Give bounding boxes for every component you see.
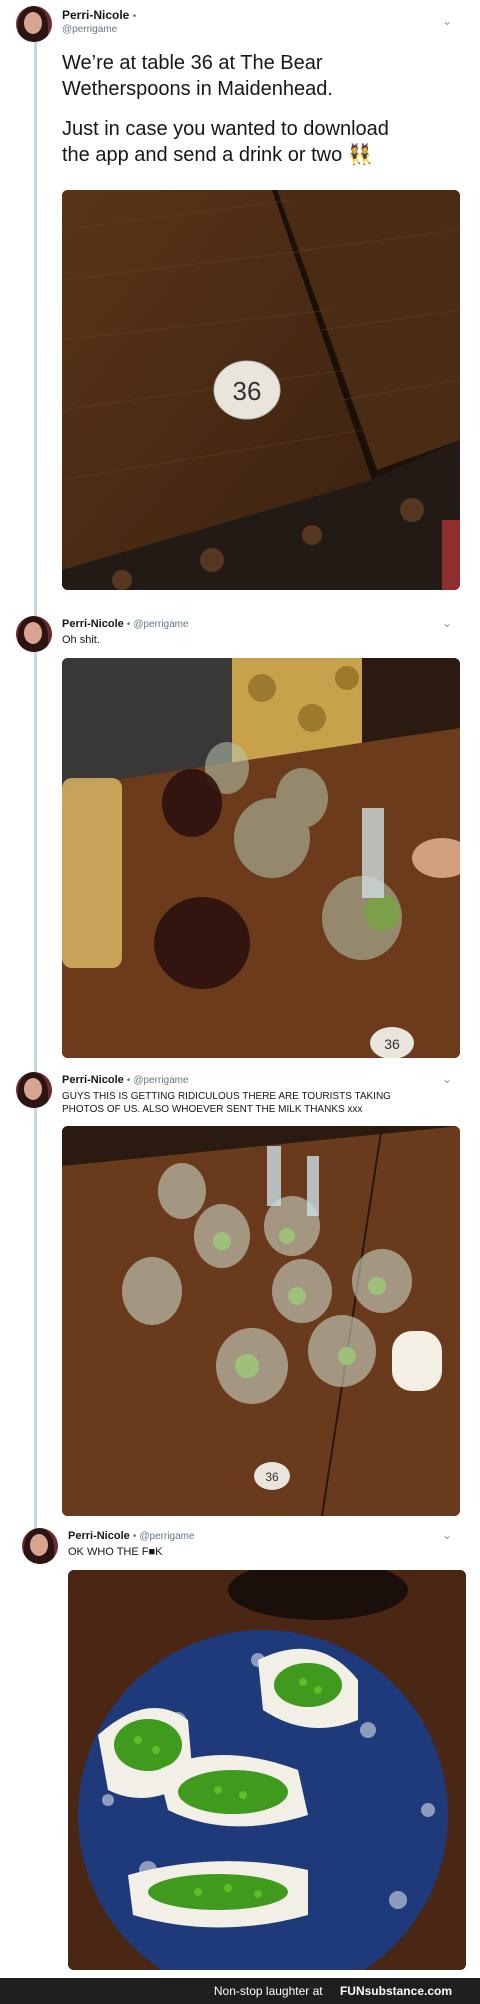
chevron-down-icon[interactable]: ⌄ bbox=[442, 616, 452, 630]
tweet-text-line: Just in case you wanted to download bbox=[62, 118, 389, 140]
table-number-label: 36 bbox=[265, 1470, 279, 1484]
separator-dot: • bbox=[132, 1531, 137, 1542]
display-name[interactable]: Perri-Nicole bbox=[62, 8, 129, 22]
user-handle[interactable]: @perrigame bbox=[62, 24, 136, 35]
tweet-photo[interactable]: 36 bbox=[62, 658, 460, 1058]
tweet-text: OK WHO THE F■K bbox=[68, 1546, 163, 1558]
tweet-text-line: PHOTOS OF US. ALSO WHOEVER SENT THE MILK… bbox=[62, 1104, 363, 1115]
display-name[interactable]: Perri-Nicole bbox=[62, 618, 124, 630]
tweet-header: Perri-Nicole • @perrigame bbox=[62, 1074, 189, 1086]
tweet-header: Perri-Nicole • @perrigame bbox=[68, 1530, 195, 1542]
separator-dot: • bbox=[126, 619, 131, 630]
chevron-down-icon[interactable]: ⌄ bbox=[442, 1528, 452, 1542]
user-handle[interactable]: @perrigame bbox=[139, 1531, 194, 1542]
footer-brand[interactable]: FUNsubstance.com bbox=[340, 1978, 452, 2004]
chevron-down-icon[interactable]: ⌄ bbox=[442, 1072, 452, 1086]
footer-text: Non-stop laughter at bbox=[213, 1984, 323, 1998]
drinks-photo-graphic: 36 bbox=[62, 658, 460, 1058]
thread-screenshot: Perri-Nicole • @perrigame ⌄ We’re at tab… bbox=[0, 0, 480, 2004]
tweet-text: We’re at table 36 at The Bear Wetherspoo… bbox=[62, 50, 462, 168]
table-number-label: 36 bbox=[384, 1036, 400, 1052]
tweet-header: Perri-Nicole • @perrigame bbox=[62, 8, 136, 35]
tweet-text: GUYS THIS IS GETTING RIDICULOUS THERE AR… bbox=[62, 1090, 462, 1116]
tweet-text-line: We’re at table 36 at The Bear bbox=[62, 52, 323, 74]
tweet-3[interactable]: Perri-Nicole • @perrigame ⌄ GUYS THIS IS… bbox=[0, 1066, 480, 1516]
user-handle[interactable]: @perrigame bbox=[133, 1075, 188, 1086]
chevron-down-icon[interactable]: ⌄ bbox=[442, 14, 452, 28]
tweet-4[interactable]: Perri-Nicole • @perrigame ⌄ OK WHO THE F… bbox=[0, 1524, 480, 1984]
avatar[interactable] bbox=[16, 1072, 52, 1108]
tweet-photo[interactable] bbox=[68, 1570, 466, 1970]
gin-glasses-photo-graphic: 36 bbox=[62, 1126, 460, 1516]
user-handle[interactable]: @perrigame bbox=[133, 619, 188, 630]
tweet-2[interactable]: Perri-Nicole • @perrigame ⌄ Oh shit. 36 bbox=[0, 612, 480, 1062]
peas-photo-graphic bbox=[68, 1570, 466, 1970]
avatar[interactable] bbox=[22, 1528, 58, 1564]
display-name[interactable]: Perri-Nicole bbox=[62, 1074, 124, 1086]
avatar[interactable] bbox=[16, 616, 52, 652]
tweet-header: Perri-Nicole • @perrigame bbox=[62, 618, 189, 630]
watermark-footer: Non-stop laughter at FUNsubstance.com bbox=[0, 1978, 480, 2004]
tweet-text-line: GUYS THIS IS GETTING RIDICULOUS THERE AR… bbox=[62, 1091, 391, 1102]
tweet-photo[interactable]: 36 bbox=[62, 1126, 460, 1516]
display-name[interactable]: Perri-Nicole bbox=[68, 1530, 130, 1542]
tweet-text-line: Wetherspoons in Maidenhead. bbox=[62, 78, 333, 100]
table-photo-graphic: 36 bbox=[62, 190, 460, 590]
table-number-label: 36 bbox=[233, 376, 262, 406]
separator-dot: • bbox=[126, 1075, 131, 1086]
tweet-text-line: the app and send a drink or two 👯 bbox=[62, 144, 373, 166]
tweet-1[interactable]: Perri-Nicole • @perrigame ⌄ We’re at tab… bbox=[0, 0, 480, 600]
avatar[interactable] bbox=[16, 6, 52, 42]
separator-dot: • bbox=[132, 11, 137, 22]
tweet-text: Oh shit. bbox=[62, 634, 100, 646]
tweet-photo[interactable]: 36 bbox=[62, 190, 460, 590]
